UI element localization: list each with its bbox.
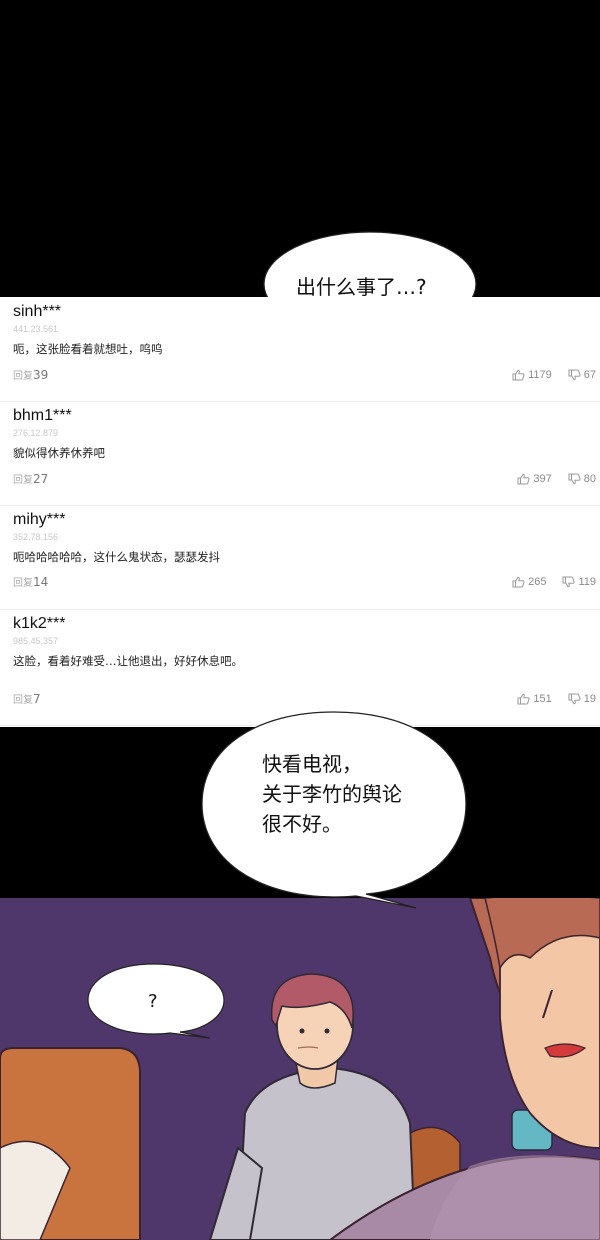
dislike-count: 19 <box>583 693 596 705</box>
comment-item: mihy*** 352.78.156 呃哈哈哈哈哈，这什么鬼状态，瑟瑟发抖 回复… <box>0 505 600 610</box>
scene-illustration <box>0 898 600 1240</box>
reply-button[interactable]: 回复27 <box>13 471 48 486</box>
comment-username[interactable]: k1k2*** <box>13 615 65 633</box>
reply-button[interactable]: 回复14 <box>13 574 48 589</box>
like-count: 397 <box>533 473 552 485</box>
comment-user-id: 352.78.156 <box>13 532 59 542</box>
like-count: 265 <box>528 576 547 588</box>
comment-user-id: 276.12.879 <box>13 428 59 438</box>
reply-button[interactable]: 回复7 <box>13 691 41 706</box>
comment-stats: 1179 67 <box>512 369 596 381</box>
like-button[interactable]: 397 <box>517 473 552 485</box>
middle-bubble-line-3: 很不好。 <box>262 812 342 836</box>
reply-count: 14 <box>33 575 49 589</box>
dislike-count: 67 <box>583 369 596 381</box>
comment-text: 这脸，看着好难受…让他退出，好好休息吧。 <box>13 654 243 668</box>
comment-stats: 151 19 <box>517 693 596 705</box>
small-bubble-text: ? <box>148 991 158 1012</box>
reply-button[interactable]: 回复39 <box>13 367 48 382</box>
reply-label: 回复 <box>13 578 33 589</box>
thumbs-down-icon <box>562 576 575 588</box>
comment-item: bhm1*** 276.12.879 貌似得休养休养吧 回复27 397 80 <box>0 401 600 506</box>
thumbs-up-icon <box>517 693 530 705</box>
like-button[interactable]: 151 <box>517 693 552 705</box>
thumbs-up-icon <box>517 473 530 485</box>
dislike-button[interactable]: 19 <box>568 693 596 705</box>
like-count: 151 <box>533 693 552 705</box>
comment-stats: 397 80 <box>517 473 596 485</box>
comments-panel: sinh*** 441.23.561 呃，这张脸看着就想吐，呜呜 回复39 11… <box>0 297 600 727</box>
top-bubble-text: 出什么事了…? <box>296 275 427 299</box>
comment-item: sinh*** 441.23.561 呃，这张脸看着就想吐，呜呜 回复39 11… <box>0 297 600 402</box>
like-button[interactable]: 1179 <box>512 369 552 381</box>
room-scene-panel <box>0 898 600 1240</box>
thumbs-down-icon <box>568 473 581 485</box>
dislike-count: 119 <box>578 576 596 588</box>
middle-bubble-line-2: 关于李竹的舆论 <box>262 782 402 806</box>
middle-bubble-line-1: 快看电视， <box>262 752 362 776</box>
thumbs-up-icon <box>512 576 525 588</box>
middle-bubble-text: 快看电视， 关于李竹的舆论 很不好。 <box>262 749 402 839</box>
comment-username[interactable]: mihy*** <box>13 511 65 529</box>
reply-label: 回复 <box>13 371 33 382</box>
comment-username[interactable]: bhm1*** <box>13 407 72 425</box>
comment-text: 呃，这张脸看着就想吐，呜呜 <box>13 342 163 356</box>
dislike-button[interactable]: 67 <box>568 369 596 381</box>
comment-user-id: 441.23.561 <box>13 324 59 334</box>
dislike-button[interactable]: 119 <box>562 576 596 588</box>
comment-stats: 265 119 <box>512 576 596 588</box>
thumbs-down-icon <box>568 693 581 705</box>
like-count: 1179 <box>528 369 552 381</box>
reply-count: 7 <box>33 692 41 706</box>
comment-text: 呃哈哈哈哈哈，这什么鬼状态，瑟瑟发抖 <box>13 550 220 564</box>
like-button[interactable]: 265 <box>512 576 546 588</box>
thumbs-down-icon <box>568 369 581 381</box>
reply-label: 回复 <box>13 475 33 486</box>
dislike-count: 80 <box>583 473 596 485</box>
reply-label: 回复 <box>13 695 33 706</box>
comment-user-id: 985.45.357 <box>13 636 59 646</box>
thumbs-up-icon <box>512 369 525 381</box>
comment-username[interactable]: sinh*** <box>13 303 61 321</box>
dislike-button[interactable]: 80 <box>568 473 596 485</box>
reply-count: 39 <box>33 368 49 382</box>
comment-text: 貌似得休养休养吧 <box>13 446 105 460</box>
reply-count: 27 <box>33 472 49 486</box>
